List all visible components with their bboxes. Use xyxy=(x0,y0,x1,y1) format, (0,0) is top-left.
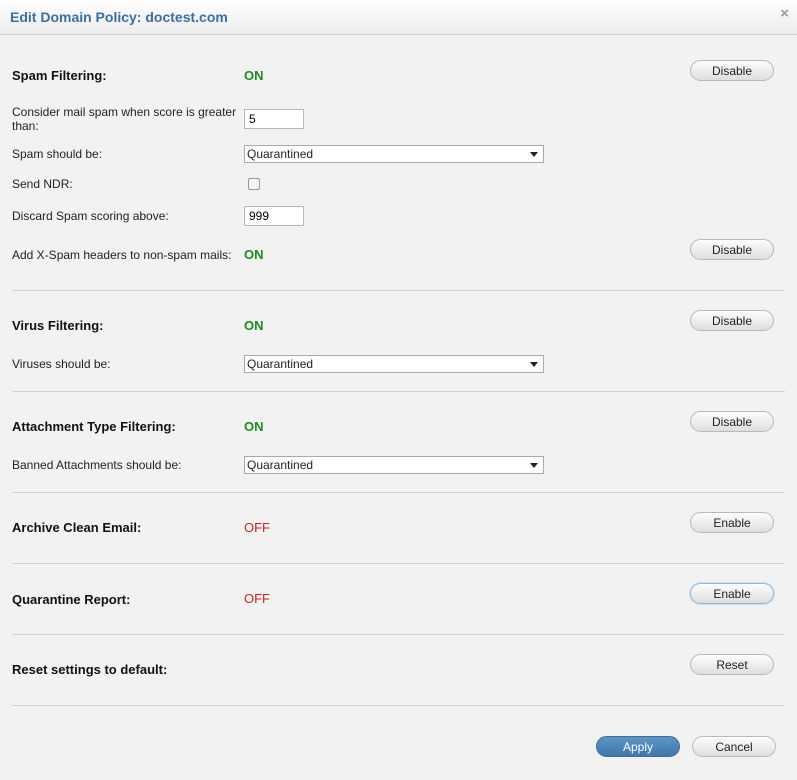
virus-action-select[interactable]: Quarantined xyxy=(244,355,544,373)
quarantine-report-status: OFF xyxy=(244,591,270,606)
attachment-filtering-title: Attachment Type Filtering: xyxy=(12,419,176,434)
virus-action-label: Viruses should be: xyxy=(12,357,111,371)
send-ndr-checkbox[interactable] xyxy=(248,178,260,190)
xspam-headers-disable-button[interactable]: Disable xyxy=(690,239,774,260)
dialog-titlebar: Edit Domain Policy: doctest.com × xyxy=(0,0,797,35)
attachment-action-label: Banned Attachments should be: xyxy=(12,458,182,472)
attachment-action-value: Quarantined xyxy=(247,458,314,472)
chevron-down-icon xyxy=(530,362,538,367)
section-divider xyxy=(12,290,785,291)
xspam-headers-label: Add X-Spam headers to non-spam mails: xyxy=(12,248,232,262)
cancel-button[interactable]: Cancel xyxy=(692,736,776,757)
chevron-down-icon xyxy=(530,152,538,157)
spam-filtering-status: ON xyxy=(244,68,264,83)
discard-spam-input[interactable] xyxy=(244,206,304,226)
dialog-title: Edit Domain Policy: doctest.com xyxy=(10,9,228,25)
close-icon[interactable]: × xyxy=(780,5,789,22)
reset-settings-title: Reset settings to default: xyxy=(12,662,168,677)
section-divider xyxy=(12,391,785,392)
archive-clean-email-status: OFF xyxy=(244,520,270,535)
spam-action-value: Quarantined xyxy=(247,147,314,161)
spam-score-input[interactable] xyxy=(244,109,304,129)
section-divider xyxy=(12,634,785,635)
discard-spam-label: Discard Spam scoring above: xyxy=(12,209,169,223)
quarantine-report-enable-button[interactable]: Enable xyxy=(690,583,774,604)
virus-filtering-disable-button[interactable]: Disable xyxy=(690,310,774,331)
xspam-headers-status: ON xyxy=(244,247,264,262)
virus-filtering-title: Virus Filtering: xyxy=(12,318,104,333)
spam-action-select[interactable]: Quarantined xyxy=(244,145,544,163)
chevron-down-icon xyxy=(530,463,538,468)
archive-clean-email-enable-button[interactable]: Enable xyxy=(690,512,774,533)
virus-filtering-status: ON xyxy=(244,318,264,333)
section-divider xyxy=(12,492,785,493)
section-divider xyxy=(12,563,785,564)
archive-clean-email-title: Archive Clean Email: xyxy=(12,520,142,535)
attachment-action-select[interactable]: Quarantined xyxy=(244,456,544,474)
section-divider xyxy=(12,705,785,706)
attachment-filtering-status: ON xyxy=(244,419,264,434)
spam-score-label: Consider mail spam when score is greater… xyxy=(12,105,237,133)
quarantine-report-title: Quarantine Report: xyxy=(12,592,131,607)
spam-action-label: Spam should be: xyxy=(12,147,103,161)
attachment-filtering-disable-button[interactable]: Disable xyxy=(690,411,774,432)
reset-button[interactable]: Reset xyxy=(690,654,774,675)
apply-button[interactable]: Apply xyxy=(596,736,680,757)
spam-filtering-title: Spam Filtering: xyxy=(12,68,107,83)
send-ndr-label: Send NDR: xyxy=(12,177,73,191)
virus-action-value: Quarantined xyxy=(247,357,314,371)
spam-filtering-disable-button[interactable]: Disable xyxy=(690,60,774,81)
